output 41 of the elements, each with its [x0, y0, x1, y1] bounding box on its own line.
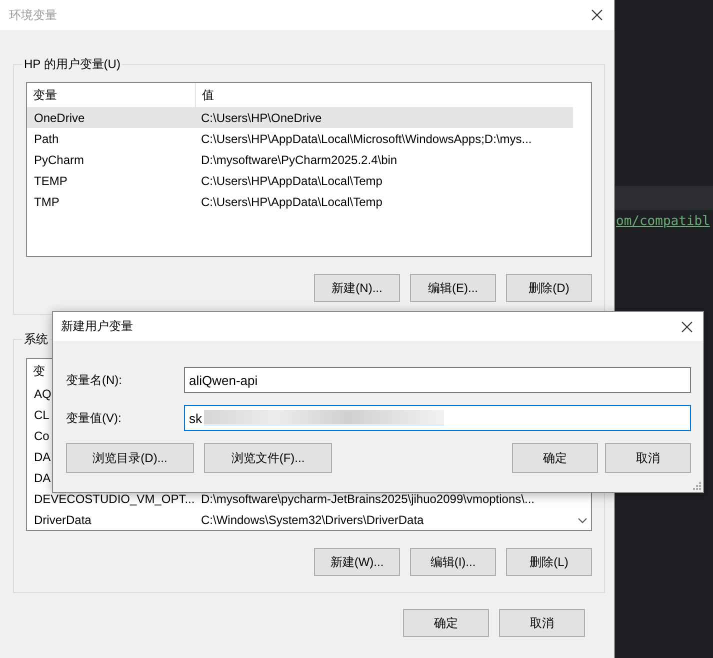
button[interactable]: 删除(L): [506, 548, 592, 576]
button[interactable]: 新建(W)...: [314, 548, 400, 576]
table-cell-text: AQ: [33, 386, 52, 400]
column-header[interactable]: 变: [27, 359, 45, 383]
input-field[interactable]: sk: [184, 405, 691, 431]
button[interactable]: 编辑(I)...: [410, 548, 496, 576]
button[interactable]: 取消: [499, 609, 585, 637]
close-icon[interactable]: [591, 9, 603, 21]
table-cell-text: CL: [33, 408, 50, 422]
button[interactable]: 浏览目录(D)...: [66, 443, 194, 473]
button[interactable]: 确定: [512, 443, 598, 473]
table-cell-text: C:\Windows\System32\Drivers\DriverData: [200, 512, 424, 526]
code-link[interactable]: om/compatibl: [616, 214, 713, 229]
button[interactable]: 确定: [403, 609, 489, 637]
button[interactable]: 取消: [605, 443, 691, 473]
close-icon[interactable]: [681, 320, 693, 332]
chevron-down-icon[interactable]: [578, 518, 587, 524]
list-row[interactable]: OneDrive C:\Users\HP\OneDrive: [27, 107, 573, 128]
table-cell-text: DriverData: [33, 512, 92, 526]
table-cell-text: DA: [33, 450, 51, 464]
group-label: HP 的用户变量(U): [23, 56, 122, 72]
field-label: 变量值(V):: [66, 410, 122, 426]
list-row[interactable]: TMP C:\Users\HP\AppData\Local\Temp: [27, 191, 573, 212]
field-label: 变量名(N):: [66, 372, 123, 388]
table-cell-text: Co: [33, 428, 50, 442]
window-title: 环境变量: [9, 6, 57, 24]
dialog-title: 新建用户变量: [61, 318, 133, 335]
table-cell-text: D:\mysoftware\pycharm-JetBrains2025\jihuo2099\vmoptions\...: [200, 492, 534, 506]
list-row[interactable]: TEMP C:\Users\HP\AppData\Local\Temp: [27, 170, 573, 191]
table-cell-text: DEVECOSTUDIO_VM_OPT...: [33, 492, 196, 506]
button[interactable]: 浏览文件(F)...: [204, 443, 332, 473]
button[interactable]: 编辑(E)...: [410, 274, 496, 302]
column-header[interactable]: 值: [196, 83, 573, 107]
group-label: 系统: [23, 331, 49, 347]
input-field[interactable]: aliQwen-api: [184, 367, 691, 393]
list-row[interactable]: PyCharm D:\mysoftware\PyCharm2025.2.4\bin: [27, 149, 573, 170]
resize-grip-icon[interactable]: [693, 482, 701, 490]
button[interactable]: 删除(D): [506, 274, 592, 302]
table-cell-text: DA: [33, 470, 51, 484]
list-row[interactable]: Path C:\Users\HP\AppData\Local\Microsoft\WindowsApps;D:\mys...: [27, 128, 573, 149]
button[interactable]: 新建(N)...: [314, 274, 400, 302]
